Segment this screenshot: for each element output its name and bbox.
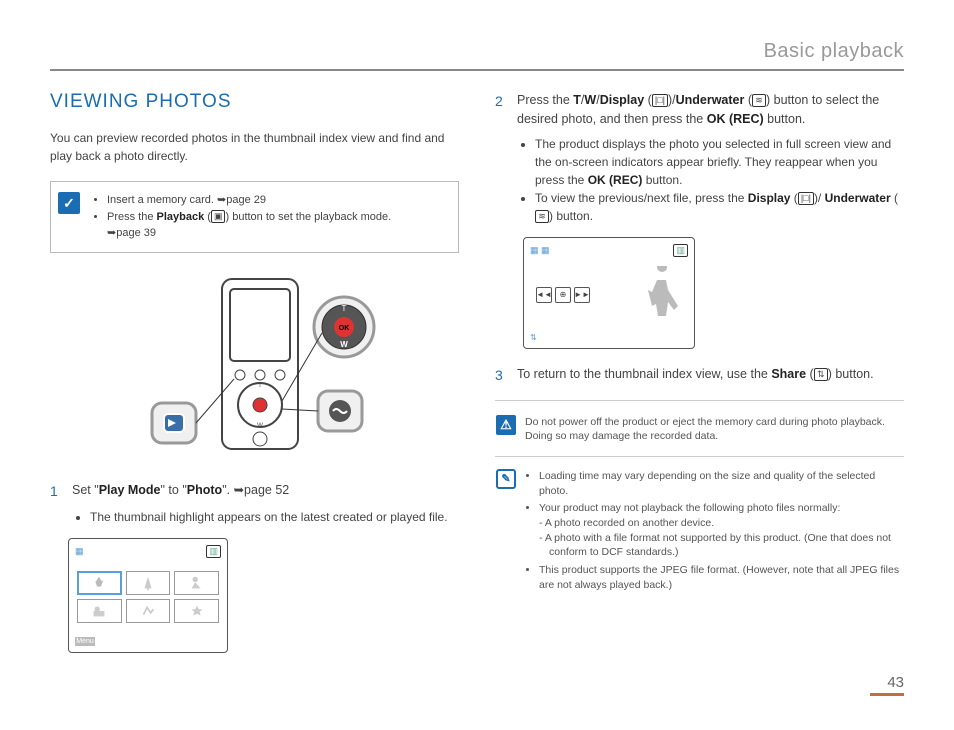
photo-silhouette xyxy=(642,266,682,324)
svg-text:OK: OK xyxy=(338,325,349,332)
menu-label: Menu xyxy=(75,637,95,646)
section-heading: VIEWING PHOTOS xyxy=(50,91,459,113)
svg-text:T: T xyxy=(341,304,346,313)
underwater-icon: ≋ xyxy=(752,94,766,107)
device-illustration: T W OK T W xyxy=(50,271,459,461)
prereq-list: Insert a memory card. ➥page 29 Press the… xyxy=(89,192,391,242)
prereq-item: Press the Playback (▣) button to set the… xyxy=(107,209,391,242)
thumbnail-cell xyxy=(77,599,122,623)
warning-icon: ⚠ xyxy=(496,415,516,435)
thumbnail-cell xyxy=(77,571,122,595)
right-column: 2 Press the T/W/Display (|□|)/Underwater… xyxy=(495,91,904,665)
prev-icon: ◄◄ xyxy=(536,287,552,303)
thumbnail-cell xyxy=(126,599,171,623)
share-indicator-icon: ⇅ xyxy=(530,333,688,342)
svg-text:T: T xyxy=(258,383,262,389)
playback-controls: ◄◄ ⊕ ►► xyxy=(536,287,590,303)
display-icon: |□| xyxy=(798,192,814,205)
prereq-box: ✓ Insert a memory card. ➥page 29 Press t… xyxy=(50,181,459,253)
check-icon: ✓ xyxy=(58,192,80,214)
left-column: VIEWING PHOTOS You can preview recorded … xyxy=(50,91,459,665)
step-1: 1 Set "Play Mode" to "Photo". ➥page 52 xyxy=(50,481,459,502)
note-icon: ✎ xyxy=(496,469,516,489)
svg-text:W: W xyxy=(340,340,348,349)
playback-icon: ▣ xyxy=(211,210,226,223)
underwater-icon: ≋ xyxy=(535,210,549,223)
zoom-icon: ⊕ xyxy=(555,287,571,303)
share-icon: ⇅ xyxy=(814,368,828,381)
prereq-item: Insert a memory card. ➥page 29 xyxy=(107,192,391,209)
playback-screen: ▦ ▦ ▥ ◄◄ ⊕ ►► ⇅ xyxy=(523,237,695,349)
warning-note: ⚠ Do not power off the product or eject … xyxy=(495,415,904,444)
display-icon: |□| xyxy=(652,94,668,107)
thumbnail-cell xyxy=(126,571,171,595)
header-rule xyxy=(50,69,904,71)
thumbnail-cell xyxy=(174,571,219,595)
thumbnail-cell xyxy=(174,599,219,623)
page-number: 43 xyxy=(870,674,904,696)
svg-text:W: W xyxy=(257,423,263,429)
intro-paragraph: You can preview recorded photos in the t… xyxy=(50,129,459,165)
step-2: 2 Press the T/W/Display (|□|)/Underwater… xyxy=(495,91,904,129)
chapter-title: Basic playback xyxy=(50,40,904,69)
photo-mode-icon: ▦ ▦ xyxy=(530,245,550,256)
battery-icon: ▥ xyxy=(206,545,221,558)
photo-mode-icon: ▦ xyxy=(75,546,84,557)
step-2-sub: The product displays the photo you selec… xyxy=(495,135,904,225)
thumbnail-screen: ▦ ▥ xyxy=(68,538,228,653)
info-note: ✎ Loading time may vary depending on the… xyxy=(495,469,904,596)
battery-icon: ▥ xyxy=(673,244,688,257)
step-3: 3 To return to the thumbnail index view,… xyxy=(495,365,904,386)
next-icon: ►► xyxy=(574,287,590,303)
step-1-sub: The thumbnail highlight appears on the l… xyxy=(50,508,459,526)
